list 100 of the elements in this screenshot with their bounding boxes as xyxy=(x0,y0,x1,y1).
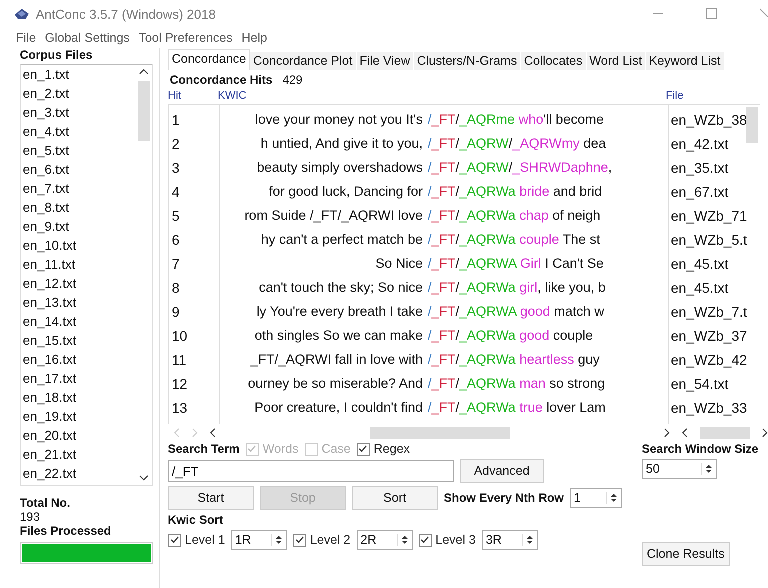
corpus-file-item[interactable]: en_15.txt xyxy=(23,331,136,350)
search-window-size-label: Search Window Size xyxy=(642,442,759,456)
scroll-right-icon[interactable] xyxy=(762,428,768,438)
kwic-sort-label: Kwic Sort xyxy=(168,513,224,527)
keyword-in-context: /_FT/_AQRWa true lover Lam xyxy=(428,399,606,417)
tab[interactable]: Concordance Plot xyxy=(250,52,357,70)
keyword-in-context: /_FT/_AQRWA Girl I Can't Se xyxy=(428,255,604,273)
tab[interactable]: Word List xyxy=(586,52,646,70)
checkmark-icon xyxy=(170,535,180,545)
keyword-in-context: /_FT/_AQRWa chap of neigh xyxy=(428,207,601,225)
left-context: _FT/_AQRWI fall in love with xyxy=(250,351,423,369)
left-context: can't touch the sky; So nice xyxy=(259,279,423,297)
hit-number: 6 xyxy=(171,231,181,250)
advanced-button[interactable]: Advanced xyxy=(460,459,544,483)
corpus-file-item[interactable]: en_10.txt xyxy=(23,236,136,255)
left-context: ourney be so miserable? And xyxy=(248,375,423,393)
scroll-up-icon[interactable] xyxy=(139,69,149,75)
corpus-file-item[interactable]: en_20.txt xyxy=(23,426,136,445)
column-header[interactable]: Hit xyxy=(168,90,218,104)
scroll-left-icon[interactable] xyxy=(210,428,216,438)
hit-number: 10 xyxy=(171,327,189,346)
hit-number: 13 xyxy=(171,399,189,418)
search-term-label: Search Term xyxy=(168,442,240,456)
search-term-field[interactable]: /_FT xyxy=(168,460,454,482)
corpus-file-item[interactable]: en_7.txt xyxy=(23,179,136,198)
nth-row-spinner[interactable]: 1 xyxy=(570,488,622,508)
clone-results-button[interactable]: Clone Results xyxy=(642,542,730,566)
menu-item[interactable]: Tool Preferences xyxy=(138,31,233,45)
scroll-left-icon[interactable] xyxy=(682,428,688,438)
menu-item[interactable]: File xyxy=(16,31,36,45)
window-size-spinner[interactable]: 50 xyxy=(642,459,717,479)
file-name: en_42.txt xyxy=(671,135,730,154)
action-button[interactable]: Start xyxy=(168,486,254,510)
level-checkbox[interactable]: Level 3 xyxy=(418,533,476,547)
level-checkbox[interactable]: Level 2 xyxy=(293,533,351,547)
option-checkbox[interactable]: Regex xyxy=(356,442,410,456)
corpus-file-item[interactable]: en_18.txt xyxy=(23,388,136,407)
left-context: hy can't a perfect match be xyxy=(261,231,423,249)
column-header[interactable]: KWIC xyxy=(218,90,666,104)
hit-number: 2 xyxy=(171,135,181,154)
left-context: oth singles So we can make xyxy=(254,327,423,345)
maximize-icon[interactable] xyxy=(706,8,718,20)
scrollbar-thumb[interactable] xyxy=(370,427,510,439)
corpus-file-item[interactable]: en_12.txt xyxy=(23,274,136,293)
corpus-file-item[interactable]: en_11.txt xyxy=(23,255,136,274)
hits-count: 429 xyxy=(282,73,303,87)
corpus-file-item[interactable]: en_16.txt xyxy=(23,350,136,369)
keyword-in-context: /_FT/_AQRWa girl, like you, b xyxy=(428,279,606,297)
hit-number: 12 xyxy=(171,375,189,394)
level-spinner[interactable]: 3R xyxy=(482,530,538,550)
level-spinner[interactable]: 1R xyxy=(231,530,288,550)
checkmark-icon xyxy=(247,444,258,454)
scroll-down-icon[interactable] xyxy=(139,475,149,481)
corpus-file-item[interactable]: en_3.txt xyxy=(23,103,136,122)
scrollbar-thumb[interactable] xyxy=(700,427,750,439)
close-icon[interactable] xyxy=(760,8,768,20)
left-context: beauty simply overshadows xyxy=(257,159,423,177)
corpus-file-item[interactable]: en_2.txt xyxy=(23,84,136,103)
tab[interactable]: Keyword List xyxy=(646,52,725,70)
menu-item[interactable]: Help xyxy=(242,31,268,45)
corpus-file-item[interactable]: en_1.txt xyxy=(23,65,136,84)
scrollbar-thumb[interactable] xyxy=(138,81,150,141)
menu-item[interactable]: Global Settings xyxy=(45,31,130,45)
keyword-in-context: /_FT/_AQRWa good couple xyxy=(428,327,594,345)
file-name: en_WZb_71 xyxy=(671,207,746,226)
hit-number: 9 xyxy=(171,303,181,322)
level-checkbox[interactable]: Level 1 xyxy=(168,533,226,547)
action-button[interactable]: Sort xyxy=(352,486,438,510)
file-name: en_WZb_7.t xyxy=(671,303,746,322)
corpus-file-item[interactable]: en_8.txt xyxy=(23,198,136,217)
corpus-file-item[interactable]: en_14.txt xyxy=(23,312,136,331)
corpus-file-item[interactable]: en_5.txt xyxy=(23,141,136,160)
corpus-file-item[interactable]: en_6.txt xyxy=(23,160,136,179)
left-context: Poor creature, I couldn't find xyxy=(254,399,423,417)
corpus-file-item[interactable]: en_21.txt xyxy=(23,445,136,464)
file-name: en_WZb_5.t xyxy=(671,231,746,250)
scroll-right-icon[interactable] xyxy=(664,428,670,438)
tab[interactable]: Clusters/N-Grams xyxy=(414,52,522,70)
checkmark-icon xyxy=(420,535,430,545)
tab[interactable]: Collocates xyxy=(521,52,587,70)
hit-number: 1 xyxy=(171,111,181,130)
corpus-file-item[interactable]: en_17.txt xyxy=(23,369,136,388)
corpus-file-item[interactable]: en_4.txt xyxy=(23,122,136,141)
scrollbar-thumb[interactable] xyxy=(746,107,758,143)
file-name: en_67.txt xyxy=(671,183,730,202)
corpus-file-item[interactable]: en_19.txt xyxy=(23,407,136,426)
hit-number: 4 xyxy=(171,183,181,202)
corpus-file-item[interactable]: en_9.txt xyxy=(23,217,136,236)
corpus-file-item[interactable]: en_22.txt xyxy=(23,464,136,483)
left-context: So Nice xyxy=(376,255,423,273)
tab[interactable]: Concordance xyxy=(168,49,250,70)
keyword-in-context: /_FT/_AQRWa heartless guy xyxy=(428,351,600,369)
level-spinner[interactable]: 2R xyxy=(356,530,413,550)
keyword-in-context: /_FT/_AQRWA good match w xyxy=(428,303,604,321)
hit-number: 3 xyxy=(171,159,181,178)
tab[interactable]: File View xyxy=(356,52,414,70)
corpus-file-item[interactable]: en_13.txt xyxy=(23,293,136,312)
keyword-in-context: /_FT/_AQRme who'll become xyxy=(428,111,604,129)
column-header[interactable]: File xyxy=(666,90,744,104)
keyword-in-context: /_FT/_AQRWa couple The st xyxy=(428,231,600,249)
